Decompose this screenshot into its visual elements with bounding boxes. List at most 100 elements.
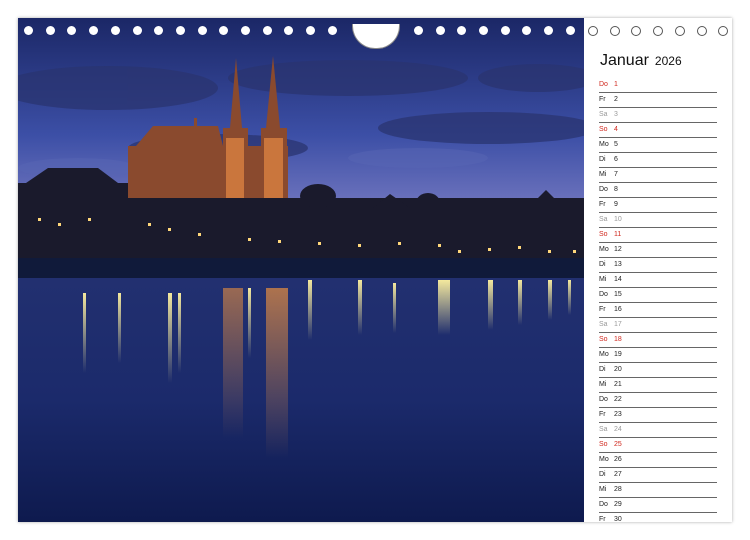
binding-hole bbox=[219, 26, 228, 35]
day-number: 2 bbox=[614, 96, 618, 103]
day-number: 3 bbox=[614, 111, 618, 118]
binding-holes bbox=[18, 24, 732, 49]
binding-hole bbox=[328, 26, 337, 35]
day-number: 12 bbox=[614, 246, 622, 253]
day-number: 29 bbox=[614, 501, 622, 508]
day-row: Mi 21 bbox=[599, 378, 717, 393]
weekday-label: So bbox=[599, 126, 608, 133]
day-number: 10 bbox=[614, 216, 622, 223]
day-number: 17 bbox=[614, 321, 622, 328]
binding-hole bbox=[67, 26, 76, 35]
weekday-label: Do bbox=[599, 501, 608, 508]
day-row: Fr 2 bbox=[599, 93, 717, 108]
weekday-label: Mo bbox=[599, 456, 609, 463]
weekday-label: Mi bbox=[599, 381, 607, 388]
day-row: Do 15 bbox=[599, 288, 717, 303]
day-row: Sa 3 bbox=[599, 108, 717, 123]
binding-hole bbox=[697, 26, 707, 36]
binding-hole bbox=[501, 26, 510, 35]
binding-hole bbox=[306, 26, 315, 35]
binding-hole bbox=[154, 26, 163, 35]
weekday-label: Mo bbox=[599, 246, 609, 253]
weekday-label: Do bbox=[599, 396, 608, 403]
day-row: Fr 30 bbox=[599, 513, 717, 522]
weekday-label: Fr bbox=[599, 96, 606, 103]
weekday-label: Mo bbox=[599, 351, 609, 358]
day-number: 5 bbox=[614, 141, 618, 148]
binding-hole bbox=[675, 26, 685, 36]
day-number: 21 bbox=[614, 381, 622, 388]
day-number: 28 bbox=[614, 486, 622, 493]
binding-hole bbox=[89, 26, 98, 35]
binding-hole bbox=[198, 26, 207, 35]
weekday-label: Sa bbox=[599, 426, 608, 433]
day-row: Do 22 bbox=[599, 393, 717, 408]
weekday-label: Do bbox=[599, 291, 608, 298]
binding-hole bbox=[544, 26, 553, 35]
day-row: Di 13 bbox=[599, 258, 717, 273]
day-row: Mi 28 bbox=[599, 483, 717, 498]
calendar-sidebar: Januar 2026 Do 1 Fr 2 Sa 3 So 4 Mo 5 Di 6 Mi 7 Do 8 Fr 9 Sa… bbox=[584, 18, 732, 522]
weekday-label: Mi bbox=[599, 276, 607, 283]
weekday-label: Fr bbox=[599, 306, 606, 313]
binding-hole bbox=[457, 26, 466, 35]
binding-hole bbox=[522, 26, 531, 35]
weekday-label: Di bbox=[599, 471, 606, 478]
day-row: Do 1 bbox=[599, 78, 717, 93]
day-row: Do 8 bbox=[599, 183, 717, 198]
weekday-label: Di bbox=[599, 366, 606, 373]
weekday-label: Fr bbox=[599, 201, 606, 208]
day-number: 24 bbox=[614, 426, 622, 433]
binding-hole bbox=[414, 26, 423, 35]
weekday-label: So bbox=[599, 336, 608, 343]
binding-hole bbox=[436, 26, 445, 35]
day-number: 19 bbox=[614, 351, 622, 358]
day-list: Do 1 Fr 2 Sa 3 So 4 Mo 5 Di 6 Mi 7 Do 8 Fr 9 Sa 10 So 11 Mo 12 D… bbox=[599, 78, 717, 522]
binding-hole bbox=[566, 26, 575, 35]
day-number: 9 bbox=[614, 201, 618, 208]
binding-hole bbox=[479, 26, 488, 35]
day-number: 11 bbox=[614, 231, 622, 238]
month-heading: Januar 2026 bbox=[600, 52, 682, 70]
binding-hole bbox=[588, 26, 598, 36]
weekday-label: Sa bbox=[599, 321, 608, 328]
day-number: 4 bbox=[614, 126, 618, 133]
binding-hole bbox=[241, 26, 250, 35]
weekday-label: Sa bbox=[599, 216, 608, 223]
cathedral-river-night-icon bbox=[18, 18, 584, 522]
weekday-label: Fr bbox=[599, 516, 606, 522]
day-number: 23 bbox=[614, 411, 622, 418]
day-number: 13 bbox=[614, 261, 622, 268]
binding-hole bbox=[718, 26, 728, 36]
day-row: Sa 24 bbox=[599, 423, 717, 438]
day-row: So 11 bbox=[599, 228, 717, 243]
weekday-label: Di bbox=[599, 261, 606, 268]
binding-hole bbox=[133, 26, 142, 35]
day-row: Do 29 bbox=[599, 498, 717, 513]
weekday-label: Mi bbox=[599, 171, 607, 178]
day-row: So 4 bbox=[599, 123, 717, 138]
day-row: Mi 14 bbox=[599, 273, 717, 288]
day-number: 8 bbox=[614, 186, 618, 193]
day-row: Di 20 bbox=[599, 363, 717, 378]
day-row: Mo 5 bbox=[599, 138, 717, 153]
weekday-label: Sa bbox=[599, 111, 608, 118]
day-number: 6 bbox=[614, 156, 618, 163]
day-row: Di 27 bbox=[599, 468, 717, 483]
day-number: 15 bbox=[614, 291, 622, 298]
year-label: 2026 bbox=[654, 54, 682, 68]
day-row: Fr 23 bbox=[599, 408, 717, 423]
day-number: 1 bbox=[614, 81, 618, 88]
day-row: Di 6 bbox=[599, 153, 717, 168]
day-number: 16 bbox=[614, 306, 622, 313]
day-number: 14 bbox=[614, 276, 622, 283]
binding-hole bbox=[610, 26, 620, 36]
day-row: Sa 17 bbox=[599, 318, 717, 333]
day-number: 20 bbox=[614, 366, 622, 373]
binding-hole bbox=[46, 26, 55, 35]
day-row: Mo 12 bbox=[599, 243, 717, 258]
day-number: 26 bbox=[614, 456, 622, 463]
weekday-label: Mi bbox=[599, 486, 607, 493]
weekday-label: Mo bbox=[599, 141, 609, 148]
weekday-label: Do bbox=[599, 186, 608, 193]
